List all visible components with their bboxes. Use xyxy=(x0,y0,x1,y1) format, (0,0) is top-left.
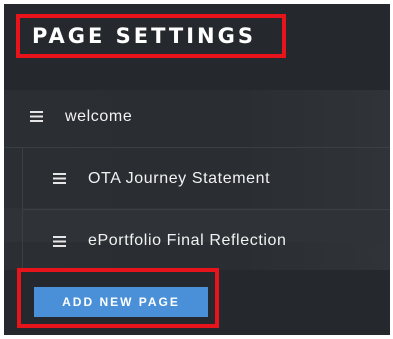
page-label: ePortfolio Final Reflection xyxy=(88,232,287,249)
hamburger-icon[interactable] xyxy=(30,111,43,122)
hamburger-icon[interactable] xyxy=(53,173,66,184)
page-label: OTA Journey Statement xyxy=(88,169,271,187)
page-label: welcome xyxy=(65,107,133,125)
page-settings-panel: PAGE SETTINGS welcome OTA Journey Statem… xyxy=(4,4,390,335)
hamburger-icon[interactable] xyxy=(53,235,66,247)
page-item-eportfolio-final-reflection[interactable]: ePortfolio Final Reflection xyxy=(22,210,390,272)
page-item-ota-journey-statement[interactable]: OTA Journey Statement xyxy=(22,148,390,210)
page-item-welcome[interactable]: welcome xyxy=(4,86,390,148)
title-highlight: PAGE SETTINGS xyxy=(16,14,286,58)
panel-title: PAGE SETTINGS xyxy=(32,23,256,48)
add-new-page-button[interactable]: ADD NEW PAGE xyxy=(34,287,208,317)
add-button-highlight: ADD NEW PAGE xyxy=(17,268,219,328)
